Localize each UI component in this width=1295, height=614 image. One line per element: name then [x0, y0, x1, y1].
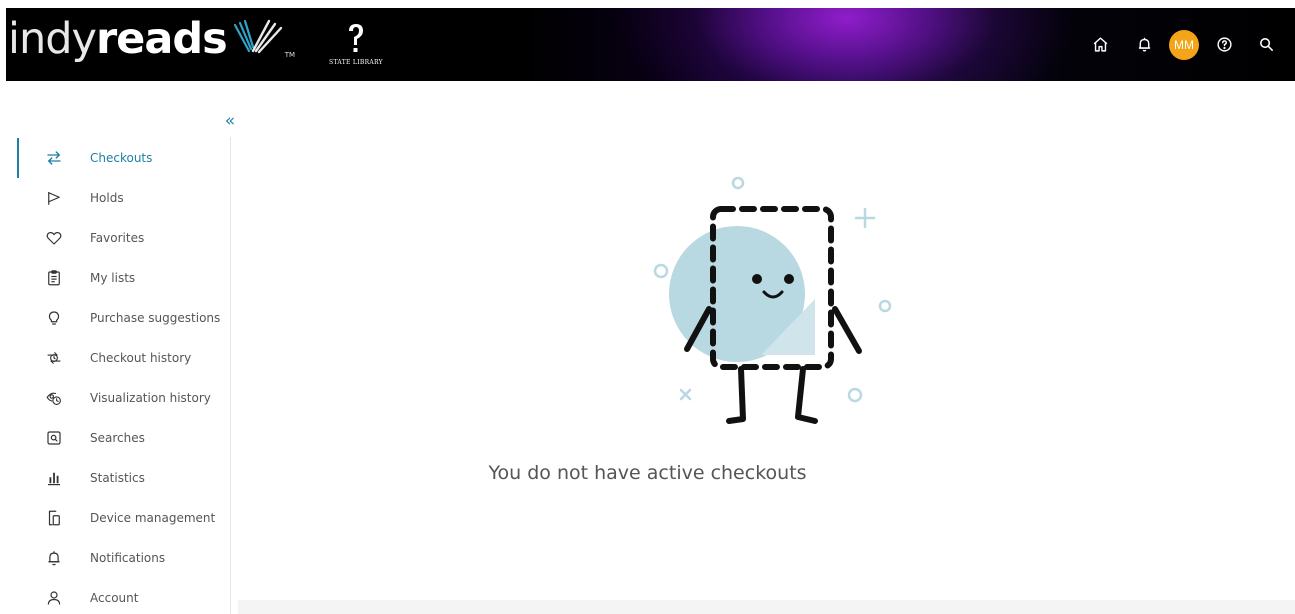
- indyreads-logo[interactable]: indyreads TM: [8, 15, 295, 75]
- book-eye-left: [752, 274, 762, 284]
- clipboard-icon: [44, 268, 64, 288]
- decor-circle-icon: [847, 387, 863, 403]
- bell-icon: [1138, 37, 1150, 52]
- state-library-sub-text: [356, 66, 357, 70]
- sidebar-item-label: Account: [90, 591, 139, 605]
- page-footer-strip: [238, 600, 1295, 614]
- sidebar-item-label: Favorites: [90, 231, 145, 245]
- state-library-logo[interactable]: STATE LIBRARY: [329, 15, 383, 75]
- header-actions: MM: [1089, 29, 1277, 60]
- swap-arrows-icon: [44, 148, 64, 168]
- sidebar-item-label: Notifications: [90, 551, 166, 565]
- sidebar-item-visualization-history[interactable]: Visualization history: [0, 378, 230, 418]
- sidebar-item-checkout-history[interactable]: Checkout history: [0, 338, 230, 378]
- checkouts-content: You do not have active checkouts: [232, 81, 1295, 614]
- state-library-label: STATE LIBRARY: [329, 59, 383, 66]
- sidebar-divider: [230, 137, 231, 614]
- book-eye-right: [784, 274, 794, 284]
- notifications-button[interactable]: [1133, 34, 1155, 56]
- sidebar-nav: Checkouts Holds Favorites My lists Purch…: [0, 138, 230, 614]
- sidebar-item-label: Visualization history: [90, 391, 211, 405]
- logo-text-reads: reads: [95, 13, 228, 64]
- heart-icon: [44, 228, 64, 248]
- book-leg-left: [726, 366, 746, 424]
- sidebar-item-holds[interactable]: Holds: [0, 178, 230, 218]
- decor-plus-icon: [854, 207, 876, 229]
- home-icon: [1093, 37, 1107, 52]
- sidebar-item-label: My lists: [90, 271, 136, 285]
- state-library-emblem-icon: [348, 24, 363, 52]
- book-leg-right: [795, 366, 818, 424]
- decor-circle-icon: [878, 299, 892, 313]
- history-icon: [44, 348, 64, 368]
- sidebar-item-label: Checkouts: [90, 151, 153, 165]
- empty-state-message: You do not have active checkouts: [488, 462, 807, 484]
- sidebar-item-my-lists[interactable]: My lists: [0, 258, 230, 298]
- flag-icon: [44, 188, 64, 208]
- decor-cross-icon: [679, 388, 692, 401]
- empty-state-illustration: [653, 176, 892, 424]
- logo-wordmark: indyreads: [8, 17, 228, 75]
- sidebar-item-label: Searches: [90, 431, 145, 445]
- decor-circle-icon: [731, 176, 745, 190]
- sidebar-item-label: Device management: [90, 511, 216, 525]
- logo-text-indy: indy: [8, 13, 97, 64]
- book-pages-logo-icon: [233, 19, 282, 53]
- sidebar-item-favorites[interactable]: Favorites: [0, 218, 230, 258]
- top-header: indyreads TM STATE LIBRARY MM: [6, 8, 1295, 81]
- decor-circle-icon: [653, 263, 669, 279]
- sidebar-item-notifications[interactable]: Notifications: [0, 538, 230, 578]
- sidebar-item-account[interactable]: Account: [0, 578, 230, 614]
- home-button[interactable]: [1089, 34, 1111, 56]
- sidebar-item-purchase-suggestions[interactable]: Purchase suggestions: [0, 298, 230, 338]
- help-icon: [1216, 37, 1232, 52]
- sidebar-item-label: Purchase suggestions: [90, 311, 221, 325]
- sidebar-item-device-management[interactable]: Device management: [0, 498, 230, 538]
- bell-icon: [44, 548, 64, 568]
- account-sidebar: « Checkouts Holds Favorites My lists Pur…: [0, 81, 235, 614]
- help-button[interactable]: [1213, 34, 1235, 56]
- book-arm-right: [832, 306, 862, 354]
- search-button[interactable]: [1255, 34, 1277, 56]
- sidebar-item-label: Holds: [90, 191, 124, 205]
- eye-history-icon: [44, 388, 64, 408]
- lightbulb-icon: [44, 308, 64, 328]
- devices-icon: [44, 508, 64, 528]
- sidebar-item-checkouts[interactable]: Checkouts: [0, 138, 230, 178]
- user-icon: [44, 588, 64, 608]
- sidebar-item-label: Checkout history: [90, 351, 192, 365]
- sidebar-item-searches[interactable]: Searches: [0, 418, 230, 458]
- search-box-icon: [44, 428, 64, 448]
- user-avatar[interactable]: MM: [1169, 29, 1199, 60]
- search-icon: [1259, 38, 1273, 51]
- trademark-label: TM: [284, 50, 296, 59]
